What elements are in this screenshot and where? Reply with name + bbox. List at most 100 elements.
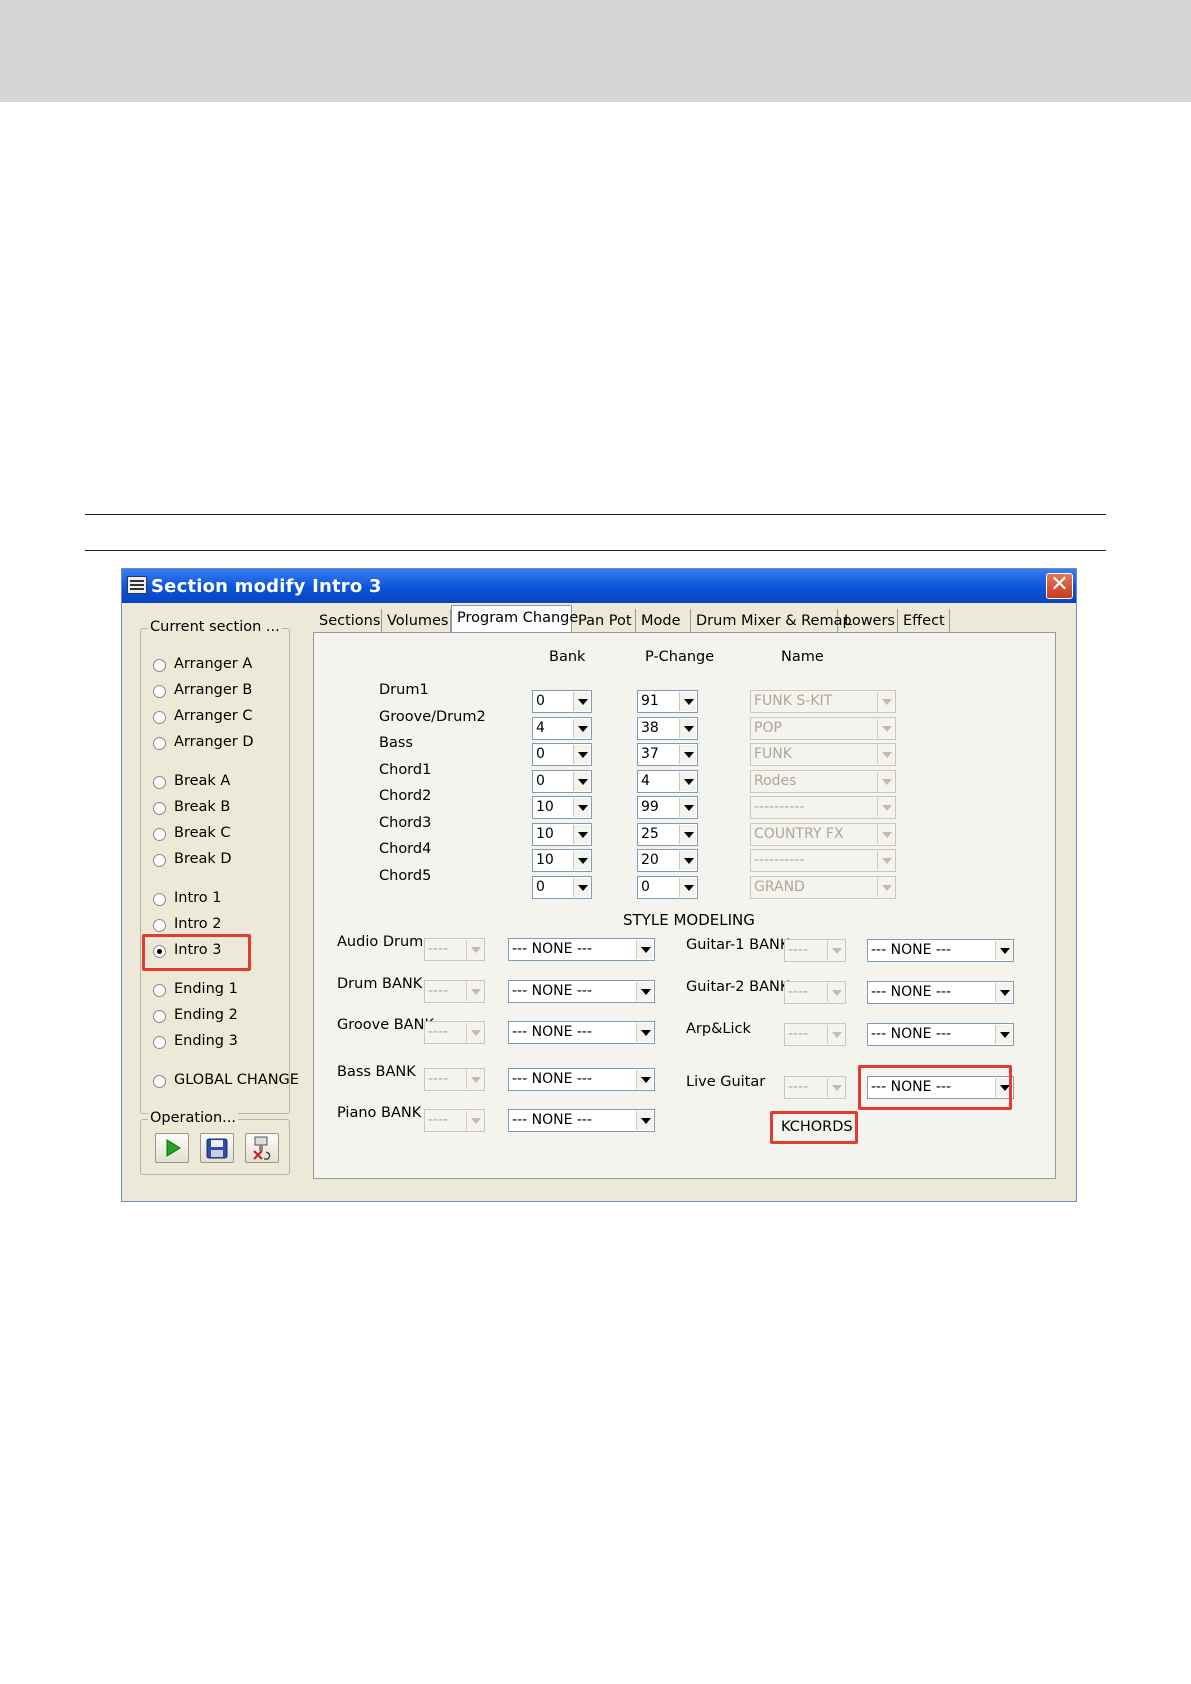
- radio-intro-1[interactable]: [153, 893, 166, 906]
- save-icon: [206, 1138, 228, 1159]
- tab-effect[interactable]: Effect: [898, 609, 950, 633]
- save-button[interactable]: [200, 1133, 234, 1163]
- chevron-down-icon[interactable]: [995, 1025, 1012, 1044]
- bank-select[interactable]: 10: [532, 849, 592, 872]
- radio-label[interactable]: Intro 2: [174, 916, 222, 932]
- chevron-down-icon[interactable]: [573, 745, 590, 764]
- pchange-select[interactable]: 20: [637, 849, 698, 872]
- radio-label[interactable]: Break C: [174, 825, 231, 841]
- style-left-select-value: --- NONE ---: [512, 1024, 593, 1040]
- radio-label[interactable]: Break D: [174, 851, 232, 867]
- radio-break-c[interactable]: [153, 828, 166, 841]
- radio-arranger-a[interactable]: [153, 659, 166, 672]
- tab-mode[interactable]: Mode: [636, 609, 691, 633]
- radio-label[interactable]: Ending 1: [174, 981, 238, 997]
- chevron-down-icon[interactable]: [573, 851, 590, 870]
- chevron-down-icon[interactable]: [573, 824, 590, 844]
- chevron-down-icon[interactable]: [679, 798, 696, 817]
- delete-button[interactable]: [245, 1133, 279, 1163]
- radio-label[interactable]: Arranger D: [174, 734, 254, 750]
- radio-label[interactable]: Intro 1: [174, 890, 222, 906]
- tab-sections[interactable]: Sections: [314, 609, 382, 633]
- tab-lowers[interactable]: Lowers: [839, 609, 898, 633]
- tab-program-change[interactable]: Program Change: [451, 605, 578, 634]
- style-left-select[interactable]: --- NONE ---: [508, 1021, 655, 1044]
- radio-intro-2[interactable]: [153, 919, 166, 932]
- style-left-select[interactable]: --- NONE ---: [508, 980, 655, 1003]
- close-button[interactable]: ✕: [1046, 573, 1073, 599]
- radio-ending-3[interactable]: [153, 1036, 166, 1049]
- chevron-down-icon[interactable]: [636, 1023, 653, 1042]
- radio-label[interactable]: Arranger B: [174, 682, 252, 698]
- pchange-select[interactable]: 4: [637, 769, 698, 793]
- chevron-down-icon[interactable]: [679, 745, 696, 764]
- pchange-select[interactable]: 25: [637, 822, 698, 846]
- pchange-select[interactable]: 99: [637, 796, 698, 819]
- radio-break-d[interactable]: [153, 854, 166, 867]
- chevron-down-icon[interactable]: [679, 718, 696, 738]
- chevron-down-icon[interactable]: [573, 692, 590, 711]
- radio-label[interactable]: GLOBAL CHANGE: [174, 1072, 299, 1088]
- style-left-label: Bass BANK: [337, 1064, 416, 1080]
- radio-global-change[interactable]: [153, 1075, 166, 1088]
- pchange-select[interactable]: 38: [637, 716, 698, 740]
- radio-label[interactable]: Arranger A: [174, 656, 252, 672]
- chevron-down-icon[interactable]: [636, 1111, 653, 1130]
- title-bar[interactable]: Section modify Intro 3 ✕: [122, 569, 1076, 603]
- play-icon: [166, 1139, 181, 1157]
- bank-select[interactable]: 10: [532, 796, 592, 819]
- chevron-down-icon[interactable]: [573, 798, 590, 817]
- tab-drum-mixer-remap[interactable]: Drum Mixer & Remap: [691, 609, 852, 633]
- style-left-select[interactable]: --- NONE ---: [508, 938, 655, 961]
- play-button[interactable]: [155, 1133, 189, 1163]
- radio-ending-2[interactable]: [153, 1010, 166, 1023]
- delete-icon: [253, 1136, 271, 1160]
- bank-select[interactable]: 0: [532, 690, 592, 713]
- style-right-select[interactable]: --- NONE ---: [867, 1023, 1014, 1046]
- bank-select[interactable]: 4: [532, 716, 592, 740]
- chevron-down-icon[interactable]: [636, 1070, 653, 1089]
- chevron-down-icon[interactable]: [679, 851, 696, 870]
- bank-select[interactable]: 10: [532, 822, 592, 846]
- radio-label[interactable]: Break A: [174, 773, 230, 789]
- radio-break-b[interactable]: [153, 802, 166, 815]
- style-left-label: Drum BANK: [337, 976, 423, 992]
- pchange-select[interactable]: 0: [637, 875, 698, 899]
- radio-label[interactable]: Ending 2: [174, 1007, 238, 1023]
- chevron-down-icon[interactable]: [679, 824, 696, 844]
- style-right-bank: ----: [784, 1023, 846, 1046]
- radio-arranger-d[interactable]: [153, 737, 166, 750]
- tab-volumes[interactable]: Volumes: [382, 609, 451, 633]
- style-left-select[interactable]: --- NONE ---: [508, 1068, 655, 1091]
- radio-label[interactable]: Break B: [174, 799, 230, 815]
- radio-arranger-c[interactable]: [153, 711, 166, 724]
- radio-label[interactable]: Arranger C: [174, 708, 252, 724]
- current-section-legend: Current section ...: [148, 619, 282, 635]
- intro-3-highlight: [142, 934, 251, 971]
- chevron-down-icon[interactable]: [995, 941, 1012, 960]
- bank-select[interactable]: 0: [532, 875, 592, 899]
- chevron-down-icon[interactable]: [573, 771, 590, 791]
- radio-arranger-b[interactable]: [153, 685, 166, 698]
- chevron-down-icon[interactable]: [679, 877, 696, 897]
- radio-label[interactable]: Ending 3: [174, 1033, 238, 1049]
- radio-break-a[interactable]: [153, 776, 166, 789]
- style-right-label: Arp&Lick: [686, 1021, 751, 1037]
- style-right-select[interactable]: --- NONE ---: [867, 981, 1014, 1004]
- chevron-down-icon[interactable]: [573, 718, 590, 738]
- style-right-select[interactable]: --- NONE ---: [867, 939, 1014, 962]
- bank-select[interactable]: 0: [532, 743, 592, 766]
- tab-pan-pot[interactable]: Pan Pot: [573, 609, 636, 633]
- chevron-down-icon[interactable]: [679, 692, 696, 711]
- chevron-down-icon[interactable]: [573, 877, 590, 897]
- chevron-down-icon[interactable]: [636, 940, 653, 959]
- style-left-bank-value: ----: [428, 941, 449, 957]
- style-left-select[interactable]: --- NONE ---: [508, 1109, 655, 1132]
- pchange-select[interactable]: 37: [637, 743, 698, 766]
- radio-ending-1[interactable]: [153, 984, 166, 997]
- chevron-down-icon[interactable]: [636, 982, 653, 1001]
- chevron-down-icon[interactable]: [679, 771, 696, 791]
- pchange-select[interactable]: 91: [637, 690, 698, 713]
- bank-select[interactable]: 0: [532, 769, 592, 793]
- chevron-down-icon[interactable]: [995, 983, 1012, 1002]
